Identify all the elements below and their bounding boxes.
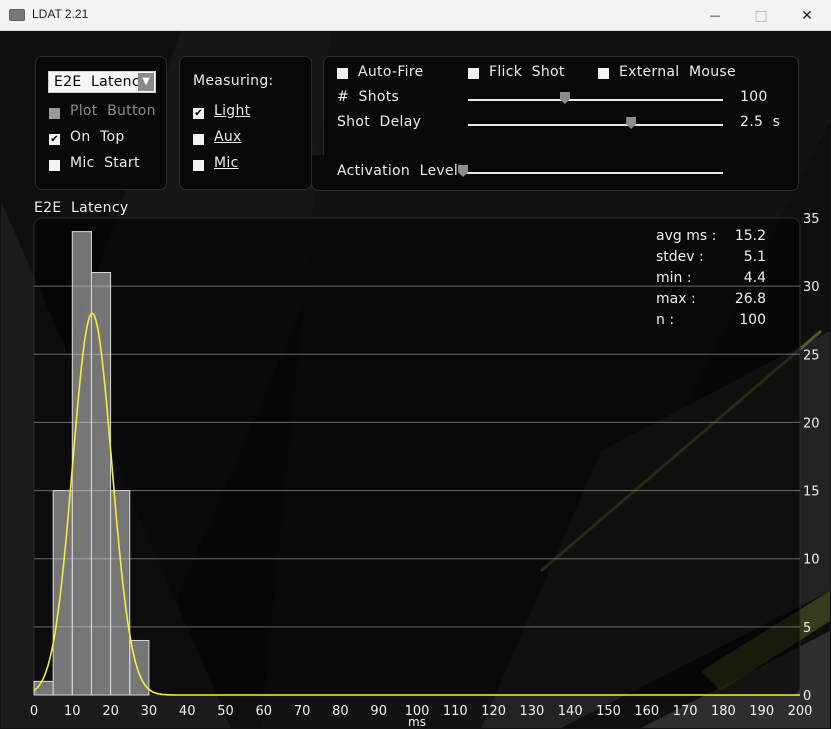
app-icon [9,9,25,21]
y-tick-label: 10 [803,553,820,568]
maximize-button[interactable]: □ [738,0,784,31]
y-tick-label: 30 [803,280,820,295]
y-tick-label: 35 [803,212,820,227]
x-tick-label: 130 [519,704,544,719]
x-axis-label: ms [408,715,426,728]
y-tick-label: 0 [803,689,811,704]
x-tick-label: 0 [30,704,38,719]
x-tick-label: 20 [102,704,119,719]
stat-label: min : [656,270,692,286]
x-tick-label: 170 [673,704,698,719]
x-tick-label: 150 [596,704,621,719]
x-tick-label: 70 [294,704,311,719]
x-tick-label: 10 [64,704,81,719]
close-button[interactable]: ✕ [784,0,830,31]
stat-label: avg ms : [656,228,716,244]
stat-value: 4.4 [744,270,766,286]
x-tick-label: 190 [749,704,774,719]
minimize-button[interactable]: — [692,0,738,31]
x-tick-label: 200 [788,704,813,719]
y-tick-label: 5 [803,621,811,636]
y-tick-label: 15 [803,485,820,500]
x-tick-label: 160 [634,704,659,719]
latency-histogram: 0 5 10 15 20 25 30 35 0 10 20 30 40 50 60 70 80 90 100 110 1… [30,212,820,728]
main-area: E2E Latency ▼ Plot Button ✔ On Top Mic S… [1,31,830,728]
x-tick-label: 120 [481,704,506,719]
x-tick-label: 140 [558,704,583,719]
x-tick-label: 40 [179,704,196,719]
stat-value: 26.8 [735,291,766,307]
stat-label: n : [656,312,674,328]
x-tick-label: 30 [141,704,158,719]
x-tick-label: 80 [332,704,349,719]
stat-label: stdev : [656,249,704,265]
stat-value: 100 [739,312,766,328]
histogram-bar [90,272,112,696]
y-tick-label: 25 [803,348,820,363]
stat-label: max : [656,291,696,307]
title-bar: LDAT 2.21 — □ ✕ [0,0,831,31]
x-tick-label: 90 [370,704,387,719]
stat-value: 15.2 [735,228,766,244]
histogram-bar [71,231,92,696]
histogram-bar [110,490,131,696]
window-title: LDAT 2.21 [32,7,89,21]
stat-value: 5.1 [744,249,766,265]
x-tick-label: 50 [217,704,234,719]
x-tick-label: 110 [443,704,468,719]
plot-area [33,217,801,696]
histogram-bar [52,490,73,696]
y-tick-label: 20 [803,416,820,431]
x-tick-label: 180 [711,704,736,719]
x-tick-label: 60 [256,704,273,719]
